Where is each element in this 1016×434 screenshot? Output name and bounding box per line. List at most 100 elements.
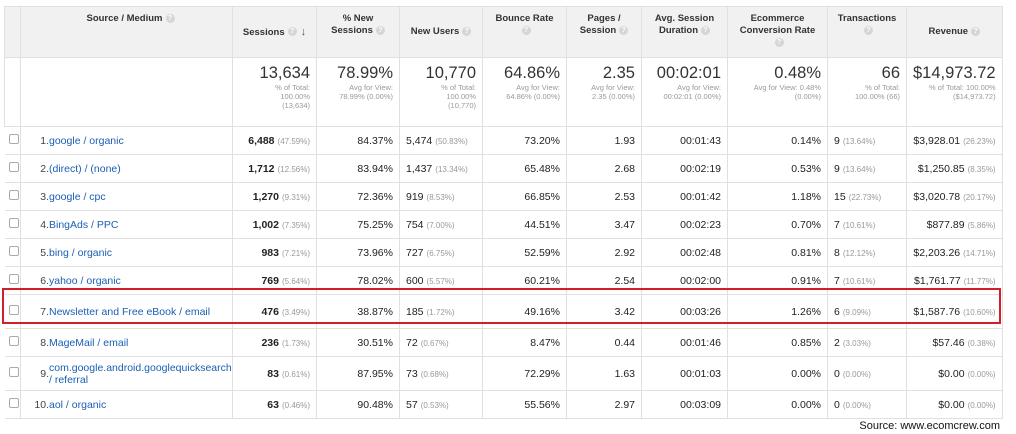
row-checkbox[interactable]	[8, 398, 19, 408]
source-medium-cell: 9.com.google.android.googlequicksearchbo…	[20, 356, 233, 391]
new-users-cell: 57 (0.53%)	[399, 390, 483, 419]
row-checkbox-cell	[4, 328, 21, 357]
sessions-cell: 63 (0.46%)	[232, 390, 317, 419]
header-new-sessions[interactable]: % New Sessions?	[316, 6, 400, 58]
new-users-cell: 73 (0.68%)	[399, 356, 483, 391]
avg-duration-cell: 00:01:03	[641, 356, 728, 391]
table-row: 6.yahoo / organic 769 (5.64%) 78.02% 600 (5.5…	[4, 266, 1003, 295]
total-revenue: $14,973.72% of Total: 100.00% ($14,973.72…	[906, 57, 1003, 127]
ecommerce-rate-cell: 1.26%	[727, 294, 828, 329]
data-rows: 1.google / organic 6,488 (47.59%) 84.37% 5,4…	[4, 126, 1003, 419]
bounce-rate-cell: 44.51%	[482, 210, 567, 239]
row-index: 4.	[40, 218, 49, 231]
source-medium-link[interactable]: google / organic	[49, 135, 225, 147]
revenue-cell: $2,203.26 (14.71%)	[906, 238, 1003, 267]
header-new-users[interactable]: New Users?	[399, 6, 483, 58]
avg-duration-cell: 00:02:19	[641, 154, 728, 183]
total-new-users: 10,770% of Total: 100.00% (10,770)	[399, 57, 483, 127]
source-medium-cell: 7.Newsletter and Free eBook / email	[20, 294, 233, 329]
pages-session-cell: 2.53	[566, 182, 642, 211]
table-row: 7.Newsletter and Free eBook / email 476 (3…	[4, 294, 1003, 329]
row-checkbox[interactable]	[8, 367, 19, 377]
sessions-cell: 1,270 (9.31%)	[232, 182, 317, 211]
source-medium-link[interactable]: (direct) / (none)	[49, 163, 225, 175]
source-medium-link[interactable]: aol / organic	[49, 399, 225, 411]
row-checkbox[interactable]	[8, 218, 19, 228]
header-source-medium[interactable]: Source / Medium?	[20, 6, 233, 58]
row-index: 3.	[40, 190, 49, 203]
analytics-table: Source / Medium? Sessions? ↓ % New Sessio…	[4, 6, 1003, 419]
transactions-cell: 0 (0.00%)	[827, 390, 907, 419]
row-checkbox[interactable]	[8, 190, 19, 200]
source-medium-link[interactable]: com.google.android.googlequicksearchbox …	[49, 362, 232, 386]
totals-checkbox-cell	[4, 57, 21, 127]
help-icon[interactable]: ?	[287, 27, 297, 37]
row-checkbox[interactable]	[8, 305, 19, 315]
new-users-cell: 1,437 (13.34%)	[399, 154, 483, 183]
bounce-rate-cell: 73.20%	[482, 126, 567, 155]
bounce-rate-cell: 49.16%	[482, 294, 567, 329]
new-users-cell: 72 (0.67%)	[399, 328, 483, 357]
help-icon[interactable]: ?	[462, 26, 472, 36]
help-icon[interactable]: ?	[864, 25, 873, 35]
help-icon[interactable]: ?	[375, 25, 385, 35]
table-row: 3.google / cpc 1,270 (9.31%) 72.36% 919 (8.53…	[4, 182, 1003, 211]
new-sessions-cell: 75.25%	[316, 210, 400, 239]
avg-duration-cell: 00:01:43	[641, 126, 728, 155]
source-medium-link[interactable]: bing / organic	[49, 247, 225, 259]
row-checkbox[interactable]	[8, 134, 19, 144]
header-sessions[interactable]: Sessions? ↓	[232, 6, 317, 58]
pages-session-cell: 2.54	[566, 266, 642, 295]
row-index: 7.	[40, 305, 49, 318]
row-checkbox[interactable]	[8, 336, 19, 346]
row-checkbox[interactable]	[8, 246, 19, 256]
row-checkbox[interactable]	[8, 274, 19, 284]
source-medium-link[interactable]: yahoo / organic	[49, 275, 225, 287]
help-icon[interactable]: ?	[521, 25, 531, 35]
row-index: 8.	[40, 336, 49, 349]
sessions-cell: 769 (5.64%)	[232, 266, 317, 295]
help-icon[interactable]: ?	[774, 37, 784, 47]
source-medium-link[interactable]: BingAds / PPC	[49, 219, 225, 231]
row-checkbox[interactable]	[8, 162, 19, 172]
row-index: 1.	[40, 134, 49, 147]
revenue-cell: $1,761.77 (11.77%)	[906, 266, 1003, 295]
ecommerce-rate-cell: 1.18%	[727, 182, 828, 211]
help-icon[interactable]: ?	[165, 13, 175, 23]
total-transactions: 66% of Total: 100.00% (66)	[827, 57, 907, 127]
table-row: 5.bing / organic 983 (7.21%) 73.96% 727 (6.75…	[4, 238, 1003, 267]
pages-session-cell: 1.63	[566, 356, 642, 391]
source-medium-cell: 8.MageMail / email	[20, 328, 233, 357]
header-bounce-rate[interactable]: Bounce Rate?	[482, 6, 567, 58]
total-avg-duration: 00:02:01 Avg for View: 00:02:01 (0.00%)	[641, 57, 728, 127]
revenue-cell: $0.00 (0.00%)	[906, 390, 1003, 419]
row-index: 9.	[40, 367, 49, 380]
sort-desc-icon[interactable]: ↓	[301, 26, 307, 38]
new-users-cell: 600 (5.57%)	[399, 266, 483, 295]
header-transactions[interactable]: Transactions?	[827, 6, 907, 58]
source-medium-link[interactable]: google / cpc	[49, 191, 225, 203]
help-icon[interactable]: ?	[619, 25, 629, 35]
transactions-cell: 9 (13.64%)	[827, 154, 907, 183]
pages-session-cell: 1.93	[566, 126, 642, 155]
pages-session-cell: 2.92	[566, 238, 642, 267]
sessions-cell: 236 (1.73%)	[232, 328, 317, 357]
header-revenue[interactable]: Revenue?	[906, 6, 1003, 58]
source-medium-link[interactable]: Newsletter and Free eBook / email	[49, 306, 225, 318]
header-pages-session[interactable]: Pages / Session?	[566, 6, 642, 58]
avg-duration-cell: 00:02:23	[641, 210, 728, 239]
transactions-cell: 2 (3.03%)	[827, 328, 907, 357]
pages-session-cell: 3.42	[566, 294, 642, 329]
sessions-cell: 1,002 (7.35%)	[232, 210, 317, 239]
header-checkbox-cell	[4, 6, 21, 58]
transactions-cell: 8 (12.12%)	[827, 238, 907, 267]
pages-session-cell: 2.68	[566, 154, 642, 183]
source-medium-cell: 4.BingAds / PPC	[20, 210, 233, 239]
source-medium-link[interactable]: MageMail / email	[49, 337, 225, 349]
help-icon[interactable]: ?	[701, 25, 711, 35]
transactions-cell: 15 (22.73%)	[827, 182, 907, 211]
help-icon[interactable]: ?	[971, 26, 981, 36]
row-checkbox-cell	[4, 182, 21, 211]
header-ecommerce-conversion-rate[interactable]: Ecommerce Conversion Rate?	[727, 6, 828, 58]
header-avg-session-duration[interactable]: Avg. Session Duration?	[641, 6, 728, 58]
